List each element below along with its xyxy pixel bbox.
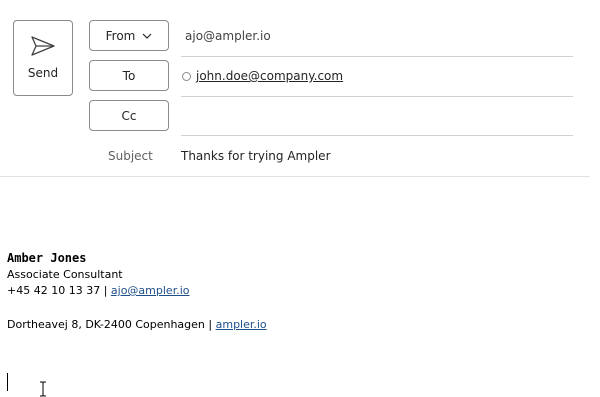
signature-title: Associate Consultant bbox=[7, 268, 123, 281]
signature-email-link[interactable]: ajo@ampler.io bbox=[111, 284, 190, 297]
signature-separator: | bbox=[204, 318, 216, 331]
message-body[interactable]: Amber Jones Associate Consultant +45 42 … bbox=[0, 180, 590, 397]
send-label: Send bbox=[27, 66, 59, 80]
from-divider bbox=[181, 56, 573, 57]
cc-label: Cc bbox=[121, 108, 137, 123]
text-caret bbox=[7, 373, 8, 391]
to-recipient-address[interactable]: john.doe@company.com bbox=[196, 69, 343, 83]
cc-button[interactable]: Cc bbox=[89, 100, 169, 131]
subject-input[interactable]: Thanks for trying Ampler bbox=[181, 149, 331, 163]
to-divider bbox=[181, 96, 573, 97]
presence-circle-icon bbox=[182, 71, 191, 81]
signature-phone: +45 42 10 13 37 bbox=[7, 284, 101, 297]
cc-input[interactable] bbox=[181, 106, 573, 132]
text-cursor-icon bbox=[40, 381, 46, 397]
signature-name: Amber Jones bbox=[7, 251, 87, 265]
send-icon bbox=[31, 36, 55, 56]
header-body-divider bbox=[0, 176, 590, 177]
subject-label: Subject bbox=[108, 149, 153, 163]
from-address: ajo@ampler.io bbox=[185, 29, 271, 43]
from-button[interactable]: From bbox=[89, 20, 169, 51]
cc-divider bbox=[181, 135, 573, 136]
chevron-down-icon bbox=[142, 33, 152, 39]
to-label: To bbox=[122, 68, 136, 83]
signature-separator: | bbox=[100, 284, 111, 297]
to-recipient-chip[interactable]: john.doe@company.com bbox=[182, 69, 343, 83]
signature-address-line: Dortheavej 8, DK-2400 Copenhagen | ample… bbox=[7, 318, 267, 331]
signature-website-link[interactable]: ampler.io bbox=[216, 318, 267, 331]
from-label: From bbox=[105, 28, 136, 43]
signature-address: Dortheavej 8, DK-2400 Copenhagen bbox=[7, 318, 205, 331]
to-button[interactable]: To bbox=[89, 60, 169, 91]
signature-contact: +45 42 10 13 37 | ajo@ampler.io bbox=[7, 284, 190, 297]
send-button[interactable]: Send bbox=[13, 20, 73, 96]
